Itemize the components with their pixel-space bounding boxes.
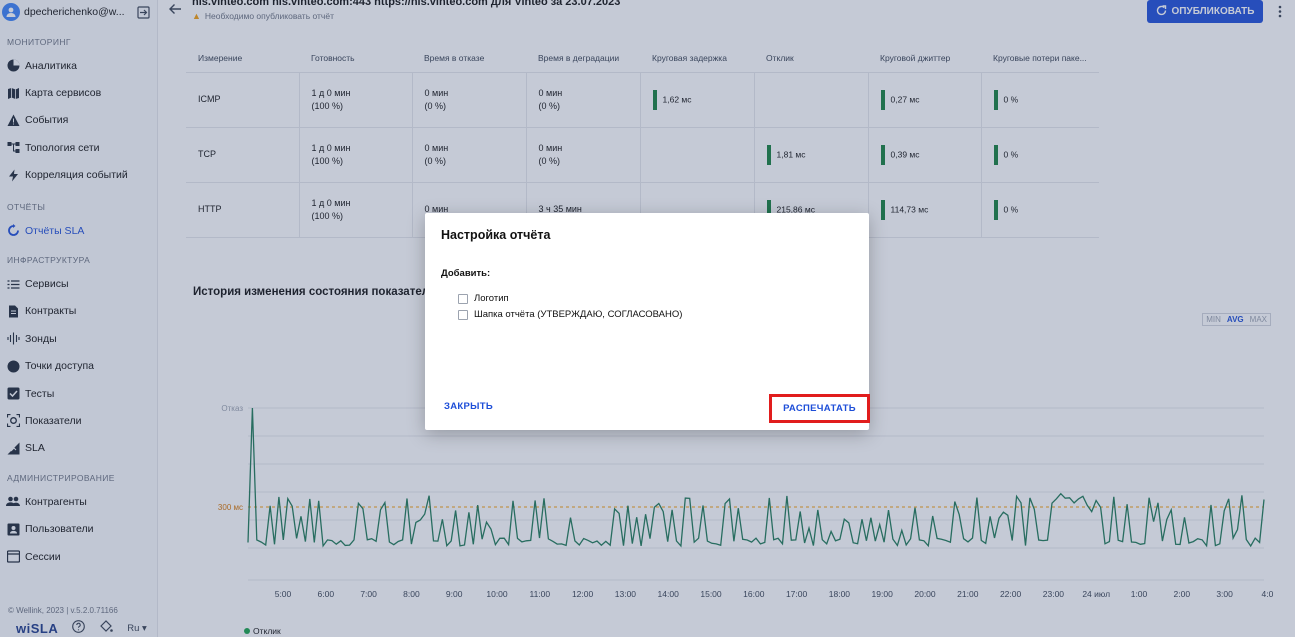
close-button[interactable]: ЗАКРЫТЬ [444,401,493,412]
header-option[interactable]: Шапка отчёта (УТВЕРЖДАЮ, СОГЛАСОВАНО) [458,309,682,320]
logo-checkbox[interactable] [458,293,468,304]
header-checkbox[interactable] [458,309,468,320]
report-settings-dialog: Настройка отчёта Добавить: Логотип Шапка… [425,213,870,430]
print-button[interactable]: РАСПЕЧАТАТЬ [769,394,870,423]
logo-option-label: Логотип [474,293,509,304]
header-option-label: Шапка отчёта (УТВЕРЖДАЮ, СОГЛАСОВАНО) [474,309,683,320]
logo-option[interactable]: Логотип [458,293,509,304]
add-label: Добавить: [441,268,491,279]
dialog-title: Настройка отчёта [441,228,551,242]
